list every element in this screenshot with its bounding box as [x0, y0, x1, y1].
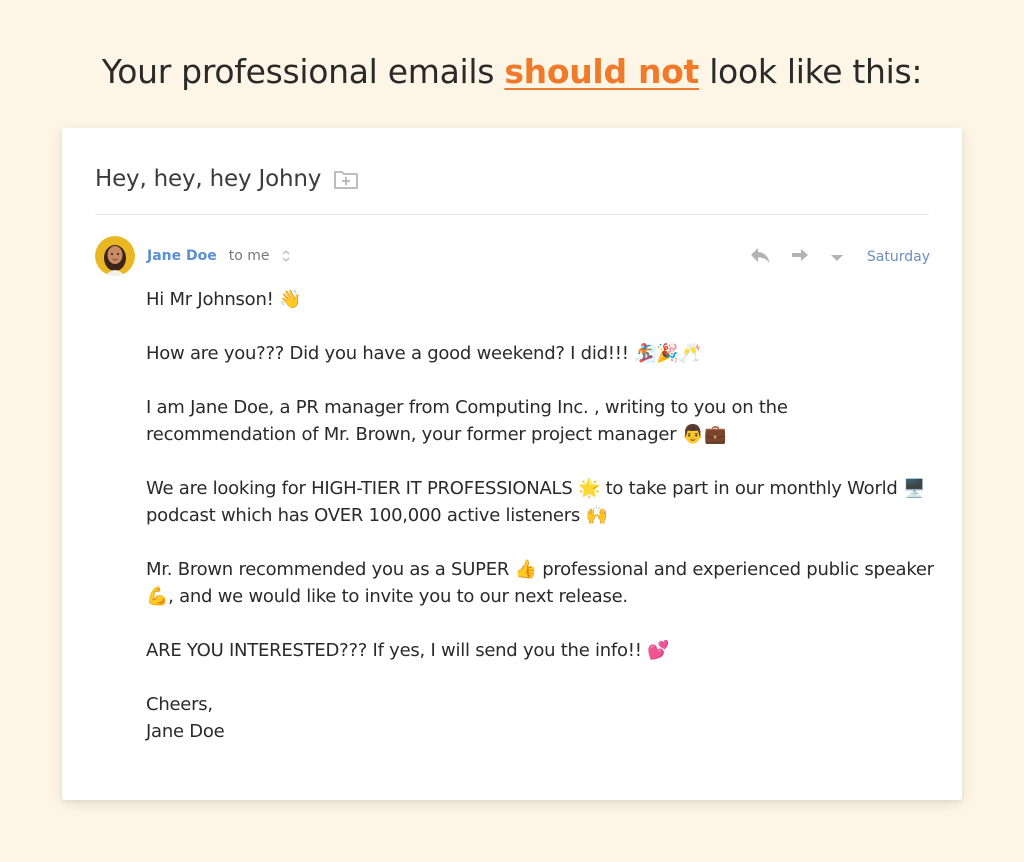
headline-prefix: Your professional emails [101, 52, 505, 91]
body-paragraph: ARE YOU INTERESTED??? If yes, I will sen… [146, 640, 670, 661]
folder-plus-icon[interactable] [333, 168, 359, 190]
headline-accent: should not [504, 52, 699, 91]
sender-line: Jane Doe to me [147, 248, 290, 264]
body-greeting: Hi Mr Johnson! 👋 [146, 289, 302, 310]
message-actions: Saturday [749, 246, 930, 268]
headline: Your professional emails should not look… [0, 52, 1024, 91]
sender-avatar[interactable] [95, 236, 135, 276]
body-paragraph: How are you??? Did you have a good weeke… [146, 343, 701, 364]
recipient-label: to me [228, 248, 270, 264]
body-signature: Jane Doe [146, 721, 225, 742]
email-date: Saturday [866, 249, 930, 265]
email-body: Hi Mr Johnson! 👋 How are you??? Did you … [146, 286, 936, 745]
expand-collapse-icon[interactable] [282, 249, 290, 263]
body-paragraph: We are looking for HIGH-TIER IT PROFESSI… [146, 478, 926, 526]
forward-icon[interactable] [789, 246, 811, 268]
subject-row: Hey, hey, hey Johny [95, 161, 359, 197]
body-paragraph: Mr. Brown recommended you as a SUPER 👍 p… [146, 559, 934, 607]
body-paragraph: I am Jane Doe, a PR manager from Computi… [146, 397, 788, 445]
reply-icon[interactable] [749, 246, 771, 268]
email-subject: Hey, hey, hey Johny [95, 166, 322, 192]
body-closing: Cheers, [146, 694, 213, 715]
dropdown-caret-icon[interactable] [829, 248, 845, 267]
email-card: Hey, hey, hey Johny Jane Doe to me Satur… [62, 128, 962, 800]
headline-suffix: look like this: [699, 52, 923, 91]
sender-name[interactable]: Jane Doe [147, 248, 217, 264]
header-divider [95, 214, 929, 215]
